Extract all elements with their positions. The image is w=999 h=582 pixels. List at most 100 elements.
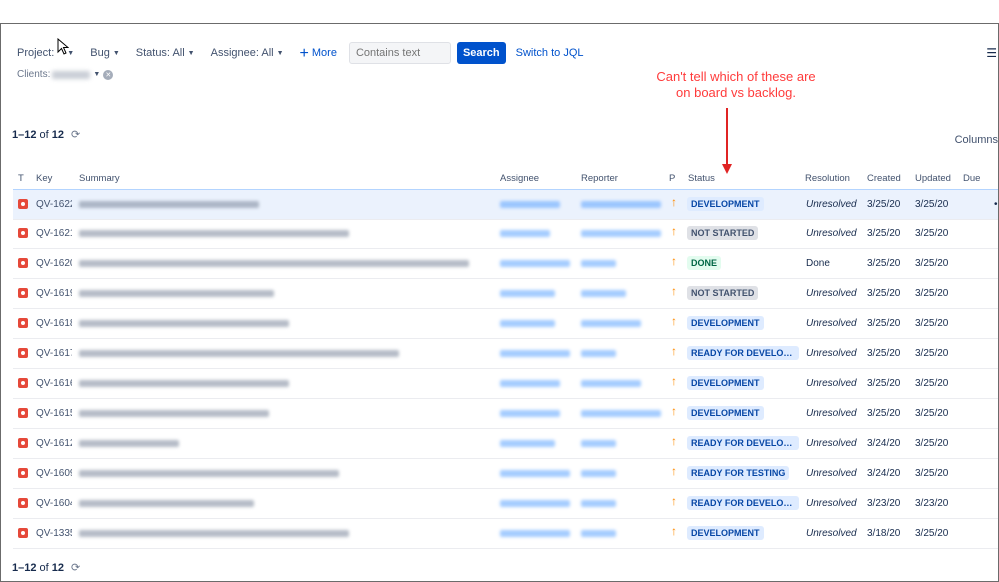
issue-key[interactable]: QV-1619 — [36, 288, 72, 299]
col-due[interactable]: Due — [963, 173, 980, 184]
search-button[interactable]: Search — [456, 42, 506, 64]
issue-summary-redacted[interactable] — [79, 230, 349, 237]
reporter-redacted[interactable] — [581, 350, 616, 357]
issue-key[interactable]: QV-1617 — [36, 348, 72, 359]
table-row[interactable]: QV-1612 ↑ READY FOR DEVELOP... Unresolved 3/… — [13, 429, 998, 459]
reporter-redacted[interactable] — [581, 260, 616, 267]
assignee-redacted[interactable] — [500, 230, 550, 237]
resolution: Unresolved — [806, 288, 857, 299]
columns-button[interactable]: Columns — [955, 134, 998, 146]
issue-summary-redacted[interactable] — [79, 260, 469, 267]
col-reporter[interactable]: Reporter — [581, 173, 618, 184]
issue-summary-redacted[interactable] — [79, 290, 274, 297]
assignee-redacted[interactable] — [500, 350, 570, 357]
assignee-redacted[interactable] — [500, 201, 560, 208]
assignee-redacted[interactable] — [500, 260, 570, 267]
reporter-redacted[interactable] — [581, 320, 641, 327]
table-row[interactable]: QV-1604 ↑ READY FOR DEVELOP... Unresolved 3/… — [13, 489, 998, 519]
reporter-redacted[interactable] — [581, 440, 616, 447]
table-row[interactable]: QV-1609 ↑ READY FOR TESTING Unresolved 3/24/… — [13, 459, 998, 489]
assignee-redacted[interactable] — [500, 530, 570, 537]
reporter-redacted[interactable] — [581, 230, 661, 237]
issue-key[interactable]: QV-1622 — [36, 199, 72, 210]
issue-summary-redacted[interactable] — [79, 440, 179, 447]
created-date: 3/25/20 — [867, 288, 901, 299]
table-row[interactable]: QV-1616 ↑ DEVELOPMENT Unresolved 3/25/20 3/25… — [13, 369, 998, 399]
issue-summary-redacted[interactable] — [79, 410, 269, 417]
issue-summary-redacted[interactable] — [79, 320, 289, 327]
table-row[interactable]: QV-1622 ↑ DEVELOPMENT Unresolved 3/25/20 3/25… — [13, 189, 998, 220]
status-lozenge: DEVELOPMENT — [687, 526, 764, 540]
issue-key[interactable]: QV-1612 — [36, 438, 72, 449]
priority-high-icon: ↑ — [671, 464, 677, 478]
status-lozenge: READY FOR DEVELOP... — [687, 346, 799, 360]
assignee-redacted[interactable] — [500, 290, 555, 297]
assignee-redacted[interactable] — [500, 470, 570, 477]
col-status[interactable]: Status — [688, 173, 715, 184]
priority-high-icon: ↑ — [671, 284, 677, 298]
col-assignee[interactable]: Assignee — [500, 173, 539, 184]
clear-icon[interactable]: ✕ — [103, 69, 114, 80]
resolution: Unresolved — [806, 498, 857, 509]
switch-to-jql-link[interactable]: Switch to JQL — [516, 47, 584, 59]
priority-high-icon: ↑ — [671, 524, 677, 538]
table-row[interactable]: QV-1335 ↑ DEVELOPMENT Unresolved 3/18/20 3/25… — [13, 519, 998, 549]
col-resolution[interactable]: Resolution — [805, 173, 850, 184]
issue-key[interactable]: QV-1615 — [36, 408, 72, 419]
issue-summary-redacted[interactable] — [79, 380, 289, 387]
col-key[interactable]: Key — [36, 173, 52, 184]
table-row[interactable]: QV-1617 ↑ READY FOR DEVELOP... Unresolved 3/… — [13, 339, 998, 369]
search-input[interactable] — [348, 42, 451, 64]
priority-high-icon: ↑ — [671, 344, 677, 358]
issue-key[interactable]: QV-1616 — [36, 378, 72, 389]
issue-key[interactable]: QV-1621 — [36, 228, 72, 239]
col-created[interactable]: Created — [867, 173, 901, 184]
more-filters-button[interactable]: + More — [300, 45, 337, 61]
table-row[interactable]: QV-1619 ↑ NOT STARTED Unresolved 3/25/20 3/25… — [13, 279, 998, 309]
issue-key[interactable]: QV-1618 — [36, 318, 72, 329]
col-updated[interactable]: Updated — [915, 173, 951, 184]
reporter-redacted[interactable] — [581, 410, 661, 417]
project-filter-label: Project: — [17, 47, 55, 59]
table-row[interactable]: QV-1615 ↑ DEVELOPMENT Unresolved 3/25/20 3/25… — [13, 399, 998, 429]
issue-summary-redacted[interactable] — [79, 470, 339, 477]
reporter-redacted[interactable] — [581, 380, 641, 387]
hamburger-menu-icon[interactable]: ☰ — [986, 46, 997, 60]
issue-summary-redacted[interactable] — [79, 201, 259, 208]
reporter-redacted[interactable] — [581, 290, 626, 297]
table-row[interactable]: QV-1620 ↑ DONE Done 3/25/20 3/25/20 — [13, 249, 998, 279]
table-row[interactable]: QV-1621 ↑ NOT STARTED Unresolved 3/25/20 3/25… — [13, 219, 998, 249]
type-filter[interactable]: Bug ▼ — [90, 47, 120, 59]
status-filter[interactable]: Status: All ▼ — [136, 47, 195, 59]
issue-summary-redacted[interactable] — [79, 530, 349, 537]
issue-key[interactable]: QV-1604 — [36, 498, 72, 509]
issue-summary-redacted[interactable] — [79, 350, 399, 357]
assignee-redacted[interactable] — [500, 440, 555, 447]
table-row[interactable]: QV-1618 ↑ DEVELOPMENT Unresolved 3/25/20 3/25… — [13, 309, 998, 339]
reporter-redacted[interactable] — [581, 500, 616, 507]
reporter-redacted[interactable] — [581, 530, 616, 537]
created-date: 3/25/20 — [867, 258, 901, 269]
status-lozenge: DEVELOPMENT — [687, 376, 764, 390]
updated-date: 3/25/20 — [915, 228, 949, 239]
assignee-redacted[interactable] — [500, 380, 560, 387]
refresh-icon[interactable]: ⟳ — [71, 561, 80, 574]
col-type[interactable]: T — [18, 173, 24, 184]
assignee-redacted[interactable] — [500, 500, 570, 507]
col-priority[interactable]: P — [669, 173, 675, 184]
issue-summary-redacted[interactable] — [79, 500, 254, 507]
reporter-redacted[interactable] — [581, 201, 661, 208]
refresh-icon[interactable]: ⟳ — [71, 128, 80, 141]
row-actions-icon[interactable]: • — [994, 199, 998, 210]
col-summary[interactable]: Summary — [79, 173, 120, 184]
assignee-redacted[interactable] — [500, 320, 555, 327]
created-date: 3/24/20 — [867, 468, 901, 479]
type-filter-label: Bug — [90, 47, 110, 59]
issue-key[interactable]: QV-1609 — [36, 468, 72, 479]
issue-key[interactable]: QV-1620 — [36, 258, 72, 269]
assignee-filter[interactable]: Assignee: All ▼ — [211, 47, 284, 59]
issue-key[interactable]: QV-1335 — [36, 528, 72, 539]
reporter-redacted[interactable] — [581, 470, 616, 477]
clients-filter[interactable]: Clients: ▼ ✕ — [17, 69, 114, 80]
assignee-redacted[interactable] — [500, 410, 560, 417]
